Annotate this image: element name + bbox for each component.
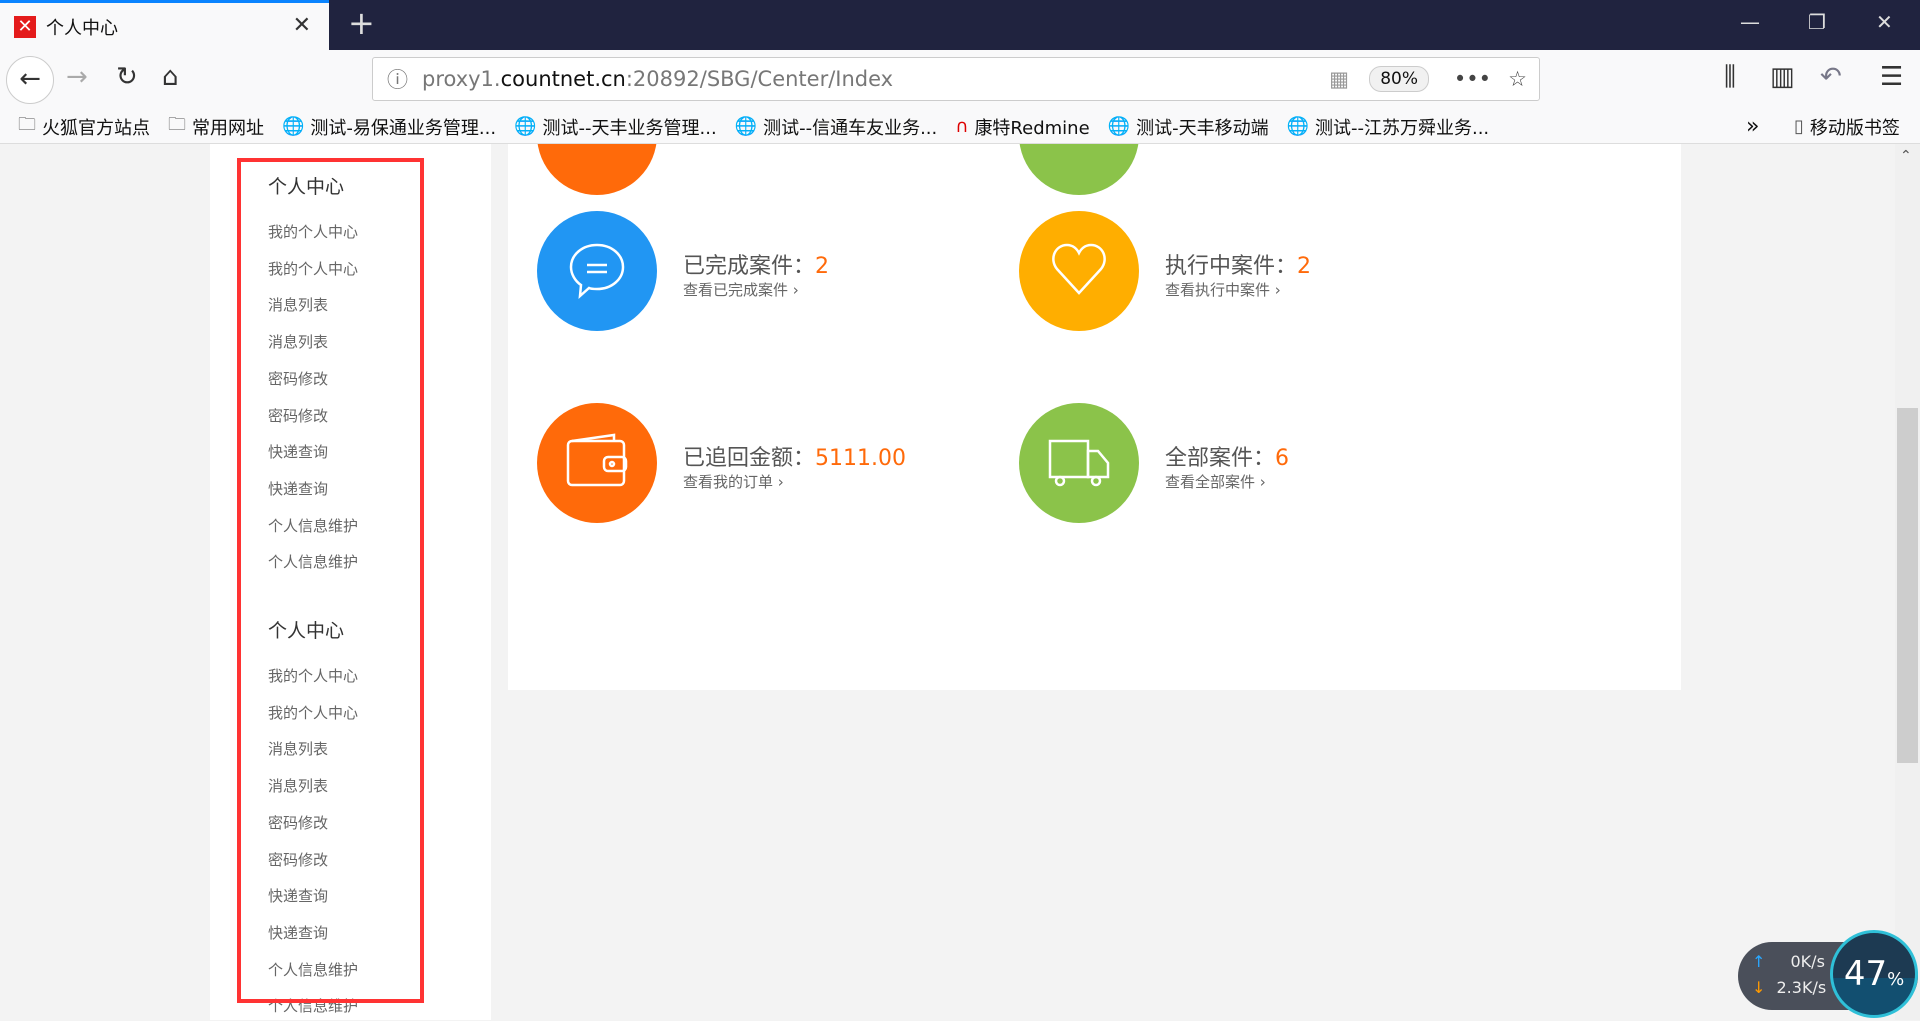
stat-link[interactable]: 查看全部案件 ›	[1165, 471, 1266, 492]
wallet-icon-circle[interactable]	[537, 144, 657, 195]
bookmark-item[interactable]: 🌐 测试-易保通业务管理...	[282, 114, 496, 140]
stat-icon-circle[interactable]	[1019, 403, 1139, 523]
highlight-box	[237, 158, 424, 1003]
bookmark-item[interactable]: 🌐 测试--天丰业务管理...	[514, 114, 717, 140]
url-bar[interactable]: ⓘ proxy1. countnet.cn:20892/SBG/Center/In…	[372, 57, 1540, 101]
stat-value: 6	[1275, 446, 1290, 471]
close-window-icon[interactable]: ✕	[1876, 10, 1893, 34]
globe-icon: 🌐	[514, 116, 537, 137]
bookmark-label: 测试-易保通业务管理...	[310, 117, 497, 139]
main-panel: 已完成案件：2 查看已完成案件 › 执行中案件：2 查看执行中案件 › 已追回金…	[508, 144, 1681, 690]
bookmark-label: 测试--天丰业务管理...	[542, 117, 717, 139]
upload-speed: 0K/s	[1790, 952, 1825, 971]
bookmark-label: 康特Redmine	[974, 117, 1090, 139]
globe-icon: 🌐	[734, 116, 758, 137]
bookmark-label: 火狐官方站点	[42, 117, 150, 139]
stat-link[interactable]: 查看已完成案件 ›	[683, 279, 799, 300]
bookmark-label: 测试--江苏万舜业务...	[1315, 117, 1490, 139]
download-speed: 2.3K/s	[1776, 978, 1827, 997]
truck-icon	[1044, 429, 1114, 497]
stat-link[interactable]: 查看执行中案件 ›	[1165, 279, 1281, 300]
bookmark-label: 常用网址	[192, 117, 264, 139]
scroll-up-icon[interactable]: ⌃	[1900, 148, 1912, 164]
stat-title: 已完成案件：2	[683, 248, 829, 280]
globe-icon: 🌐	[282, 116, 305, 137]
new-tab-icon[interactable]: +	[348, 4, 375, 42]
truck-icon-circle[interactable]	[1019, 144, 1139, 195]
globe-icon: 🌐	[1286, 116, 1309, 137]
undo-icon[interactable]: ↶	[1820, 62, 1842, 92]
mobile-bookmarks[interactable]: ▯ 移动版书签	[1794, 114, 1900, 140]
info-icon[interactable]: ⓘ	[387, 64, 408, 94]
url-path: :20892/SBG/Center/Index	[625, 67, 894, 91]
heart-icon	[1047, 237, 1111, 305]
gauge-unit: %	[1887, 969, 1905, 990]
folder-icon: 🗀	[168, 113, 186, 135]
star-icon[interactable]: ☆	[1508, 67, 1527, 91]
stat-title: 执行中案件：2	[1165, 248, 1311, 280]
bookmark-label: 测试-天丰移动端	[1136, 117, 1269, 139]
more-icon[interactable]: •••	[1454, 67, 1491, 91]
url-prefix: proxy1.	[422, 67, 501, 91]
tab-active[interactable]: ✕ 个人中心 ✕	[0, 0, 329, 50]
stat-icon-circle[interactable]	[537, 403, 657, 523]
url-host: countnet.cn	[500, 67, 626, 91]
tab-bar: ✕ 个人中心 ✕ + — ❐ ✕	[0, 0, 1920, 50]
overflow-chevron-icon[interactable]: »	[1746, 114, 1759, 139]
back-icon[interactable]: ←	[6, 56, 54, 104]
tab-title: 个人中心	[46, 17, 118, 39]
sidebar-icon[interactable]: ▥	[1770, 62, 1795, 92]
site-favicon-icon: ✕	[14, 15, 36, 38]
minimize-icon[interactable]: —	[1740, 10, 1760, 34]
forward-icon[interactable]: →	[66, 62, 88, 92]
chat-icon	[565, 237, 629, 305]
folder-icon: 🗀	[18, 113, 36, 135]
home-icon[interactable]: ⌂	[162, 62, 179, 92]
memory-gauge[interactable]: 47%	[1830, 930, 1918, 1018]
bookmark-item[interactable]: 🌐 测试--江苏万舜业务...	[1287, 114, 1490, 140]
restore-icon[interactable]: ❐	[1808, 10, 1826, 34]
upload-arrow-icon: ↑	[1752, 952, 1766, 971]
gauge-value: 47	[1843, 954, 1888, 994]
bookmark-label: 测试--信通车友业务...	[763, 117, 938, 139]
stat-title: 全部案件：6	[1165, 440, 1289, 472]
bookmark-label: 移动版书签	[1809, 117, 1900, 139]
stat-icon-circle[interactable]	[1019, 211, 1139, 331]
bookmarks-bar: 🗀 火狐官方站点 🗀 常用网址 🌐 测试-易保通业务管理... 🌐 测试--天丰业务管理…	[0, 110, 1920, 144]
bookmark-item[interactable]: 🌐 测试-天丰移动端	[1108, 114, 1269, 140]
stat-value: 2	[1297, 254, 1312, 279]
wallet-icon	[562, 429, 632, 497]
stat-title: 已追回金额：5111.00	[683, 440, 906, 472]
menu-icon[interactable]: ☰	[1880, 62, 1903, 92]
nav-toolbar: ← → ↻ ⌂ ⓘ proxy1. countnet.cn:20892/SBG/C…	[0, 50, 1920, 110]
stat-label: 全部案件：	[1165, 446, 1276, 471]
bookmark-item[interactable]: 🗀 常用网址	[168, 112, 264, 142]
qr-code-icon[interactable]: ▦	[1329, 67, 1349, 91]
stat-link[interactable]: 查看我的订单 ›	[683, 471, 784, 492]
stat-label: 执行中案件：	[1165, 254, 1298, 279]
phone-icon: ▯	[1794, 116, 1804, 137]
stat-label: 已追回金额：	[683, 446, 816, 471]
tab-close-icon[interactable]: ✕	[293, 13, 311, 38]
zoom-indicator[interactable]: 80%	[1369, 66, 1429, 92]
stat-value: 5111.00	[815, 446, 906, 471]
redmine-icon: ∩	[955, 116, 969, 137]
bookmark-item[interactable]: 🗀 火狐官方站点	[18, 112, 150, 142]
stat-label: 已完成案件：	[683, 254, 816, 279]
download-arrow-icon: ↓	[1752, 978, 1766, 997]
library-icon[interactable]: ⫼	[1724, 62, 1736, 93]
bookmark-item[interactable]: 🌐 测试--信通车友业务...	[735, 114, 938, 140]
reload-icon[interactable]: ↻	[116, 62, 138, 92]
stat-value: 2	[815, 254, 830, 279]
scrollbar-thumb[interactable]	[1897, 408, 1918, 763]
stat-icon-circle[interactable]	[537, 211, 657, 331]
globe-icon: 🌐	[1107, 116, 1131, 137]
bookmark-item[interactable]: ∩ 康特Redmine	[955, 114, 1089, 140]
